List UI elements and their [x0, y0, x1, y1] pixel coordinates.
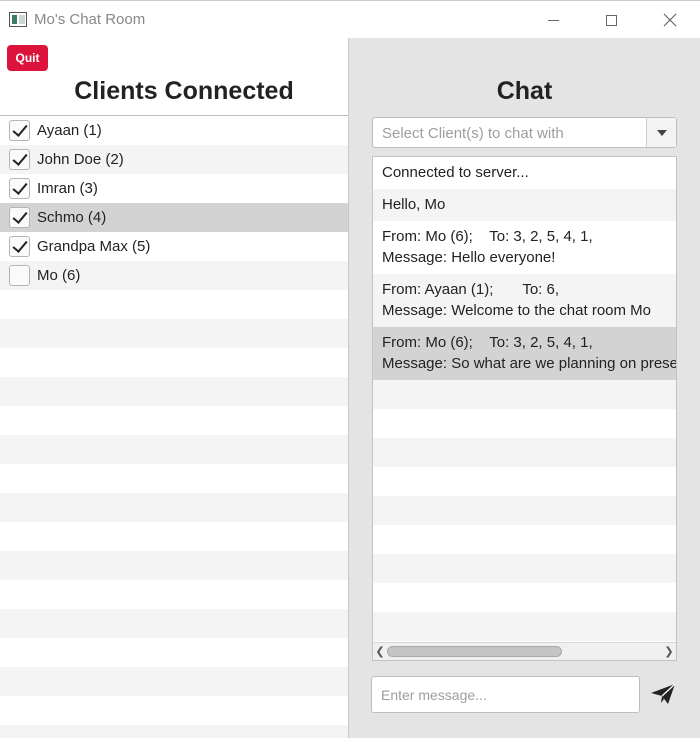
scroll-right-icon[interactable]: ❯ — [662, 643, 676, 660]
title-bar: Mo's Chat Room — [0, 0, 700, 38]
maximize-button[interactable] — [588, 5, 634, 35]
close-button[interactable] — [647, 5, 693, 35]
empty-list-row — [0, 435, 349, 464]
chat-message[interactable]: From: Mo (6); To: 3, 2, 5, 4, 1, Message:… — [373, 327, 676, 380]
empty-list-row — [0, 638, 349, 667]
chat-message-list[interactable]: Connected to server... Hello, Mo From: Mo … — [372, 156, 677, 661]
scrollbar-thumb[interactable] — [387, 646, 562, 657]
client-checkbox[interactable] — [9, 178, 30, 199]
recipient-select-placeholder: Select Client(s) to chat with — [382, 125, 564, 142]
chat-heading: Chat — [496, 77, 553, 105]
client-label: Imran (3) — [37, 180, 98, 197]
empty-list-row — [0, 667, 349, 696]
message-input[interactable] — [371, 676, 640, 713]
chat-message-header: From: Mo (6); To: 3, 2, 5, 4, 1, — [382, 334, 593, 351]
empty-list-row — [0, 609, 349, 638]
client-label: John Doe (2) — [37, 151, 124, 168]
scroll-left-icon[interactable]: ❮ — [373, 643, 387, 660]
clients-panel: Quit Clients Connected Ayaan (1) John Doe… — [0, 38, 349, 738]
client-row[interactable]: Grandpa Max (5) — [0, 232, 349, 261]
chat-message-header: From: Ayaan (1); To: 6, — [382, 281, 560, 298]
clients-heading: Clients Connected — [74, 77, 294, 105]
chat-message-body: Message: Hello everyone! — [382, 249, 556, 266]
chat-message-body: Message: Welcome to the chat room Mo — [382, 302, 652, 319]
empty-list-row — [0, 348, 349, 377]
empty-chat-row — [373, 554, 676, 583]
paper-plane-icon — [651, 683, 676, 704]
client-row[interactable]: Ayaan (1) — [0, 116, 349, 145]
client-row[interactable]: Schmo (4) — [0, 203, 349, 232]
empty-list-row — [0, 377, 349, 406]
empty-list-row — [0, 580, 349, 609]
client-row[interactable]: Imran (3) — [0, 174, 349, 203]
empty-chat-row — [373, 583, 676, 612]
client-row[interactable]: John Doe (2) — [0, 145, 349, 174]
client-checkbox[interactable] — [9, 120, 30, 141]
empty-list-row — [0, 551, 349, 580]
empty-chat-row — [373, 380, 676, 409]
chat-message[interactable]: From: Ayaan (1); To: 6, Message: Welcome … — [373, 274, 676, 327]
empty-list-row — [0, 725, 349, 738]
client-checkbox[interactable] — [9, 207, 30, 228]
client-label: Mo (6) — [37, 267, 81, 284]
empty-list-row — [0, 696, 349, 725]
empty-list-row — [0, 319, 349, 348]
empty-list-row — [0, 464, 349, 493]
chat-message-header: From: Mo (6); To: 3, 2, 5, 4, 1, — [382, 228, 593, 245]
empty-chat-row — [373, 612, 676, 641]
recipient-select[interactable]: Select Client(s) to chat with — [372, 117, 677, 148]
empty-chat-row — [373, 496, 676, 525]
chat-message-body: Message: So what are we planning on pres… — [382, 355, 676, 372]
empty-list-row — [0, 522, 349, 551]
horizontal-scrollbar[interactable]: ❮ ❯ — [373, 642, 676, 660]
empty-chat-row — [373, 409, 676, 438]
client-label: Grandpa Max (5) — [37, 238, 151, 255]
chevron-down-icon — [656, 129, 667, 136]
empty-chat-row — [373, 467, 676, 496]
empty-chat-row — [373, 438, 676, 467]
empty-chat-row — [373, 525, 676, 554]
window-title: Mo's Chat Room — [34, 11, 146, 28]
chat-message[interactable]: Hello, Mo — [373, 189, 676, 221]
minimize-icon — [547, 19, 559, 21]
empty-list-row — [0, 406, 349, 435]
chat-message-header: Connected to server... — [382, 164, 529, 181]
client-label: Schmo (4) — [37, 209, 107, 226]
chat-message[interactable]: Connected to server... — [373, 157, 676, 189]
close-icon — [663, 13, 677, 27]
maximize-icon — [605, 14, 617, 26]
empty-list-row — [0, 290, 349, 319]
client-checkbox[interactable] — [9, 236, 30, 257]
chat-message-header: Hello, Mo — [382, 196, 446, 213]
app-window-icon — [9, 12, 27, 27]
client-label: Ayaan (1) — [37, 122, 102, 139]
minimize-button[interactable] — [530, 5, 576, 35]
quit-button[interactable]: Quit — [7, 45, 48, 71]
dropdown-arrow-button[interactable] — [646, 118, 676, 147]
send-button[interactable] — [649, 681, 677, 707]
chat-message[interactable]: From: Mo (6); To: 3, 2, 5, 4, 1, Message:… — [373, 221, 676, 274]
client-list[interactable]: Ayaan (1) John Doe (2) Imran (3) Schmo (4) G… — [0, 115, 349, 738]
empty-list-row — [0, 493, 349, 522]
client-checkbox[interactable] — [9, 149, 30, 170]
client-checkbox[interactable] — [9, 265, 30, 286]
client-row[interactable]: Mo (6) — [0, 261, 349, 290]
